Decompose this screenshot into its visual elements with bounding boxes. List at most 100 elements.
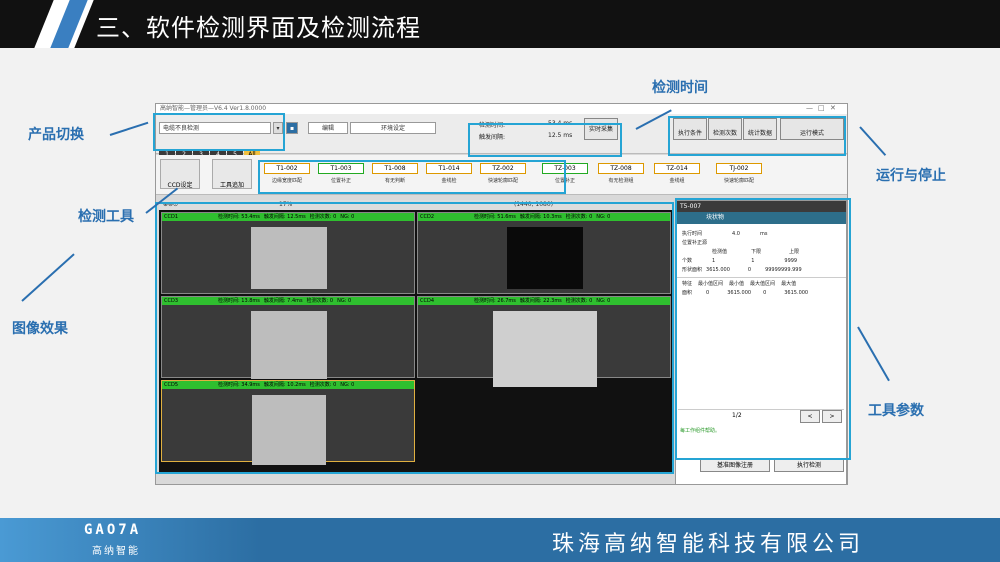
ccd-view[interactable]: CCD2 检测时间: 51.6ms 触发间隔: 10.3ms 检测次数: 0 NG: 0 [417, 212, 671, 294]
run-condition-button[interactable]: 执行条件 [673, 118, 707, 140]
app-window: 高纳智能—管理员—V6.4 Ver1.8.0000 — □ ✕ 电缆不良检测 ▾… [155, 103, 848, 485]
cell: 3615.000 [727, 290, 752, 296]
tool-item[interactable]: TZ-002 快速轮廓匹配 [476, 163, 530, 187]
ccd-header: CCD4 检测时间: 26.7ms 触发间隔: 22.3ms 检测次数: 0 NG: 0 [418, 297, 670, 305]
tool-id: TJ-002 [716, 163, 762, 174]
ccd-trigger: 触发间隔: 7.4ms [263, 298, 303, 304]
slide-footer: GAO7A 高纳智能 珠海高纳智能科技有限公司 [0, 518, 1000, 562]
tool-item[interactable]: TZ-008 有无检测组 [594, 163, 648, 187]
edit-menu[interactable]: 编辑 [308, 122, 348, 134]
chevron-down-icon[interactable]: ▾ [273, 122, 283, 134]
tool-id: TZ-002 [480, 163, 526, 174]
cell: 面积 [682, 290, 693, 296]
tool-item[interactable]: T1-003 位置补正 [314, 163, 368, 187]
callout-tool-params: 工具参数 [868, 403, 924, 419]
ccd-image [493, 311, 597, 387]
ccd-image [252, 395, 326, 465]
ccd-count: 检测次数: 0 [306, 298, 334, 304]
cell: 1 [712, 258, 716, 264]
product-select[interactable]: 电缆不良检测 [159, 122, 271, 134]
prev-page-button[interactable]: < [800, 410, 820, 423]
cell[interactable]: 1 [751, 258, 754, 264]
env-settings-menu[interactable]: 环境设定 [350, 122, 436, 134]
exec-time-row: 执行时间 4.0 ms [676, 230, 846, 239]
zoom-level: 17% [279, 201, 293, 208]
save-icon[interactable]: ▪ [286, 122, 298, 134]
run-mode-button[interactable]: 运行模式 [780, 118, 844, 140]
ccd-view[interactable]: CCD1 检测时间: 53.4ms 触发间隔: 12.5ms 检测次数: 0 NG: 0 [161, 212, 415, 294]
cell: 最小值区间 [698, 281, 724, 287]
tool-item[interactable]: TZ-003 位置补正 [538, 163, 592, 187]
tool-name: 位置补正 [554, 178, 575, 184]
cell: 最大值 [781, 281, 797, 287]
ccd-count: 检测次数: 0 [565, 298, 593, 304]
ccd-view[interactable]: CCD5 检测时间: 34.9ms 触发间隔: 10.2ms 检测次数: 0 NG: 0 [161, 380, 415, 465]
tool-item[interactable]: TJ-002 快速轮廓匹配 [712, 163, 766, 187]
stage-status-bar: ⊕⊖⊙ 17% (1440, 1080) [159, 200, 673, 210]
slide-title: 三、软件检测界面及检测流程 [96, 14, 421, 42]
pos-fix-row[interactable]: 位置补正源 [676, 239, 846, 248]
ccd-trigger: 触发间隔: 22.3ms [519, 298, 562, 304]
ccd-ng: NG: 0 [596, 214, 611, 220]
param-head-row: 检测值 下限 上限 [676, 248, 846, 257]
ccd-header: CCD2 检测时间: 51.6ms 触发间隔: 10.3ms 检测次数: 0 NG: 0 [418, 213, 670, 221]
stats-row: 面积 0 3615.000 0 3615.000 [676, 289, 846, 298]
ccd-name: CCD1 [164, 214, 179, 220]
detect-count-button[interactable]: 检测次数 [708, 118, 742, 140]
panel-header: T5-007 [676, 201, 846, 212]
company-name: 珠海高纳智能科技有限公司 [552, 532, 865, 557]
tool-name: 金线组 [669, 178, 685, 184]
cell: 特征 [682, 281, 693, 287]
tool-add-button[interactable]: 工具追加 [212, 159, 252, 189]
ccd-name: CCD2 [420, 214, 435, 220]
stats-head-row: 特征 最小值区间 最小值 最大值区间 最大值 [676, 280, 846, 289]
callout-product-switch: 产品切换 [28, 127, 84, 143]
connector-line [857, 326, 890, 382]
callout-detect-tools: 检测工具 [78, 209, 134, 225]
maximize-icon[interactable]: □ [818, 104, 825, 112]
zoom-icons[interactable]: ⊕⊖⊙ [163, 200, 178, 210]
param-row-area: 形状面积 3615.000 0 99999999.999 [676, 266, 846, 275]
cell[interactable]: 0 [748, 267, 751, 273]
next-page-button[interactable]: > [822, 410, 842, 423]
execute-detect-button[interactable]: 执行检测 [774, 459, 844, 472]
ccd-view[interactable]: CCD4 检测时间: 26.7ms 触发间隔: 22.3ms 检测次数: 0 NG: 0 [417, 296, 671, 387]
app-title-bar: 高纳智能—管理员—V6.4 Ver1.8.0000 [156, 104, 847, 114]
ccd-tabs: 12345All [159, 141, 261, 159]
col-value: 检测值 [712, 249, 728, 255]
tool-item[interactable]: T1-002 边缘宽度匹配 [260, 163, 314, 187]
ccd-ng: NG: 0 [340, 214, 355, 220]
help-note: 每工作组件帮助。 [680, 428, 721, 434]
callout-run-stop: 运行与停止 [876, 168, 946, 184]
tool-item[interactable]: T1-008 有无判断 [368, 163, 422, 187]
cell: 0 [706, 290, 710, 296]
tool-item[interactable]: T1-014 金线检 [422, 163, 476, 187]
stats-button[interactable]: 统计数据 [743, 118, 777, 140]
minimize-icon[interactable]: — [806, 104, 813, 112]
tool-id: T1-014 [426, 163, 472, 174]
image-stage: ⊕⊖⊙ 17% (1440, 1080) CCD1 检测时间: 53.4ms 触发间… [159, 200, 673, 473]
cell[interactable]: 9999 [784, 258, 797, 264]
tool-id: T1-008 [372, 163, 418, 174]
tool-name: 快速轮廓匹配 [723, 178, 754, 184]
ccd-header: CCD5 检测时间: 34.9ms 触发间隔: 10.2ms 检测次数: 0 NG: 0 [162, 381, 414, 389]
cell: 最小值 [729, 281, 745, 287]
ccd-settings-button[interactable]: CCD设定 [160, 159, 200, 189]
tool-name: 金线检 [441, 178, 457, 184]
cell: 最大值区间 [750, 281, 776, 287]
col-lower: 下限 [751, 249, 762, 255]
ccd-view[interactable]: CCD3 检测时间: 13.8ms 触发间隔: 7.4ms 检测次数: 0 NG: 0 [161, 296, 415, 379]
close-icon[interactable]: ✕ [830, 104, 836, 112]
tool-id: TZ-003 [542, 163, 588, 174]
tool-item[interactable]: TZ-014 金线组 [650, 163, 704, 187]
cell: 3615.000 [784, 290, 809, 296]
register-base-image-button[interactable]: 基准图像注册 [700, 459, 770, 472]
tool-name: 边缘宽度匹配 [271, 178, 302, 184]
exec-time-value: 4.0 [732, 231, 740, 237]
ccd-trigger: 触发间隔: 10.3ms [519, 214, 562, 220]
realtime-capture-button[interactable]: 实时采集 [584, 118, 618, 140]
cell[interactable]: 99999999.999 [765, 267, 802, 273]
panel-actions: 基准图像注册 执行检测 [678, 459, 846, 473]
tool-name: 快速轮廓匹配 [487, 178, 518, 184]
ccd-ng: NG: 0 [596, 298, 611, 304]
